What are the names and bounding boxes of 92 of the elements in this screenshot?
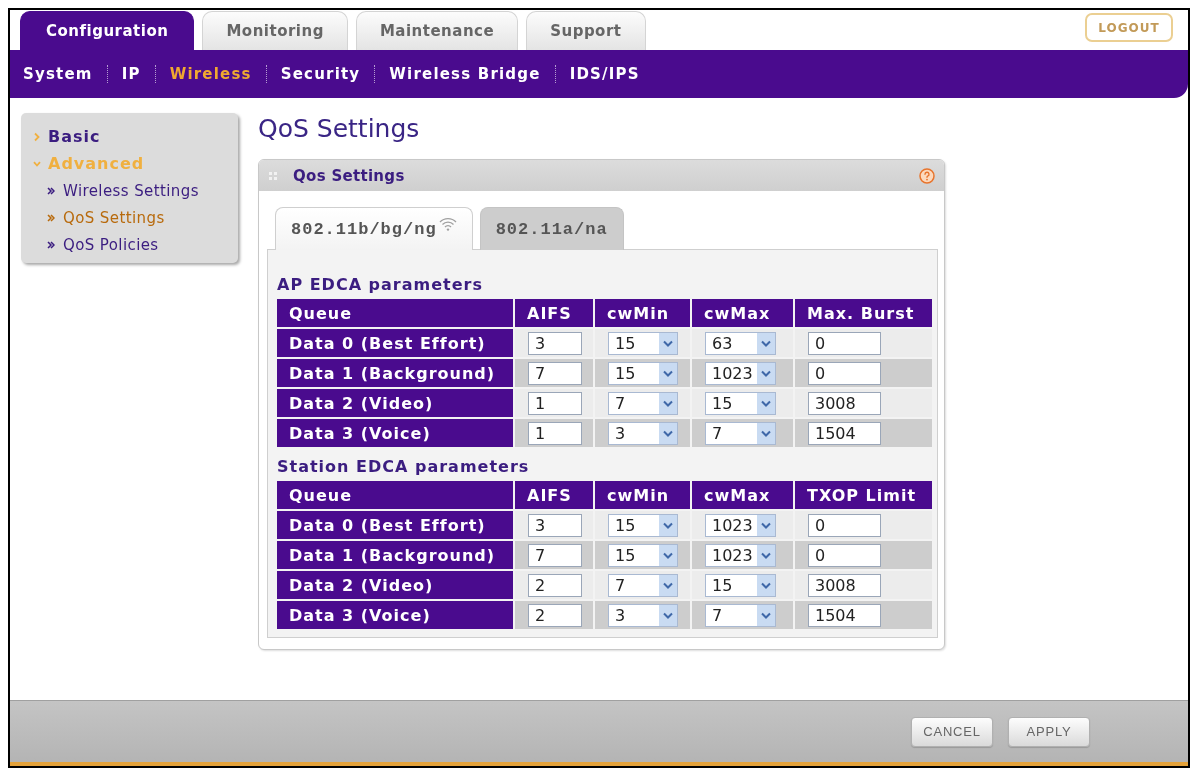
section-title: AP EDCA parameters (277, 274, 484, 296)
chevron-down-icon (659, 332, 677, 354)
footer-button[interactable]: APPLY (1008, 716, 1090, 747)
row-label: Data 0 (Best Effort) (277, 511, 513, 539)
column-header: Max. Burst (795, 299, 932, 327)
row-label: Data 3 (Voice) (277, 419, 513, 447)
chevron-down-icon (659, 604, 677, 626)
value-field[interactable]: 7 (528, 361, 582, 385)
value-field[interactable]: 3 (528, 513, 582, 537)
double-chevron-icon (47, 213, 55, 222)
help-icon[interactable] (919, 167, 935, 184)
column-header: cwMax (692, 481, 793, 509)
chevron-down-icon (659, 574, 677, 596)
chevron-down-icon (757, 362, 775, 384)
value-field[interactable]: 0 (808, 513, 881, 537)
column-header: cwMax (692, 299, 793, 327)
column-header: Queue (277, 481, 513, 509)
value-field[interactable]: 3 (528, 331, 582, 355)
value-field[interactable]: 1504 (808, 421, 881, 445)
value-field[interactable]: 0 (808, 543, 881, 567)
value-dropdown[interactable]: 3 (608, 421, 678, 445)
value-dropdown[interactable]: 7 (705, 603, 776, 627)
chevron-down-icon (757, 604, 775, 626)
value-field[interactable]: 7 (528, 543, 582, 567)
nav-tab[interactable]: Monitoring (202, 11, 348, 50)
value-dropdown[interactable]: 1023 (705, 543, 776, 567)
chevron-down-icon (757, 514, 775, 536)
value-dropdown[interactable]: 63 (705, 331, 776, 355)
value-dropdown[interactable]: 15 (705, 573, 776, 597)
row-label: Data 0 (Best Effort) (277, 329, 513, 357)
value-field[interactable]: 0 (808, 361, 881, 385)
value-field[interactable]: 1 (528, 391, 582, 415)
chevron-down-icon (757, 392, 775, 414)
row-label: Data 1 (Background) (277, 541, 513, 569)
value-field[interactable]: 1 (528, 421, 582, 445)
value-dropdown[interactable]: 3 (608, 603, 678, 627)
chevron-down-icon (757, 332, 775, 354)
band-tab[interactable]: 802.11b/bg/ng (275, 207, 473, 250)
band-tab[interactable]: 802.11a/na (479, 207, 624, 250)
column-header: TXOP Limit (795, 481, 932, 509)
value-dropdown[interactable]: 7 (608, 391, 678, 415)
value-field[interactable]: 1504 (808, 603, 881, 627)
subnav-link[interactable]: Security (280, 65, 361, 83)
column-header: AIFS (515, 299, 593, 327)
footer-button[interactable]: CANCEL (911, 716, 993, 747)
chevron-down-icon (757, 544, 775, 566)
chevron-down-icon (659, 544, 677, 566)
subnav-link[interactable]: IP (121, 65, 141, 83)
value-field[interactable]: 3008 (808, 573, 881, 597)
section-title: Station EDCA parameters (277, 456, 531, 478)
sidebar-item[interactable]: Basic (48, 127, 101, 146)
subnav-link[interactable]: Wireless (169, 65, 252, 83)
grip-icon (269, 171, 277, 180)
value-dropdown[interactable]: 7 (608, 573, 678, 597)
sidebar-subitem[interactable]: Wireless Settings (63, 181, 199, 200)
value-field[interactable]: 3008 (808, 391, 881, 415)
chevron-down-icon (659, 514, 677, 536)
value-dropdown[interactable]: 1023 (705, 361, 776, 385)
row-label: Data 3 (Voice) (277, 601, 513, 629)
value-dropdown[interactable]: 15 (608, 543, 678, 567)
value-field[interactable]: 0 (808, 331, 881, 355)
panel-title: Qos Settings (293, 166, 405, 185)
double-chevron-icon (47, 240, 55, 249)
row-label: Data 1 (Background) (277, 359, 513, 387)
page-title: QoS Settings (258, 114, 421, 144)
row-label: Data 2 (Video) (277, 571, 513, 599)
value-dropdown[interactable]: 1023 (705, 513, 776, 537)
value-dropdown[interactable]: 15 (608, 513, 678, 537)
subnav-link[interactable]: Wireless Bridge (389, 65, 541, 83)
nav-tab[interactable]: Configuration (20, 11, 195, 50)
column-header: Queue (277, 299, 513, 327)
subnav-link[interactable]: IDS/IPS (569, 65, 640, 83)
row-label: Data 2 (Video) (277, 389, 513, 417)
value-dropdown[interactable]: 15 (608, 331, 678, 355)
chevron-down-icon (659, 422, 677, 444)
column-header: cwMin (595, 481, 690, 509)
chevron-down-icon (659, 392, 677, 414)
value-field[interactable]: 2 (528, 573, 582, 597)
value-dropdown[interactable]: 7 (705, 421, 776, 445)
double-chevron-icon (47, 186, 55, 195)
value-field[interactable]: 2 (528, 603, 582, 627)
nav-tab[interactable]: Support (526, 11, 646, 50)
chevron-down-icon (757, 574, 775, 596)
chevron-down-icon (757, 422, 775, 444)
column-header: AIFS (515, 481, 593, 509)
column-header: cwMin (595, 299, 690, 327)
chevron-down-icon (659, 362, 677, 384)
value-dropdown[interactable]: 15 (608, 361, 678, 385)
nav-tab[interactable]: Maintenance (355, 11, 519, 50)
subnav-link[interactable]: System (23, 65, 93, 83)
sidebar-subitem[interactable]: QoS Policies (63, 235, 159, 254)
value-dropdown[interactable]: 15 (705, 391, 776, 415)
